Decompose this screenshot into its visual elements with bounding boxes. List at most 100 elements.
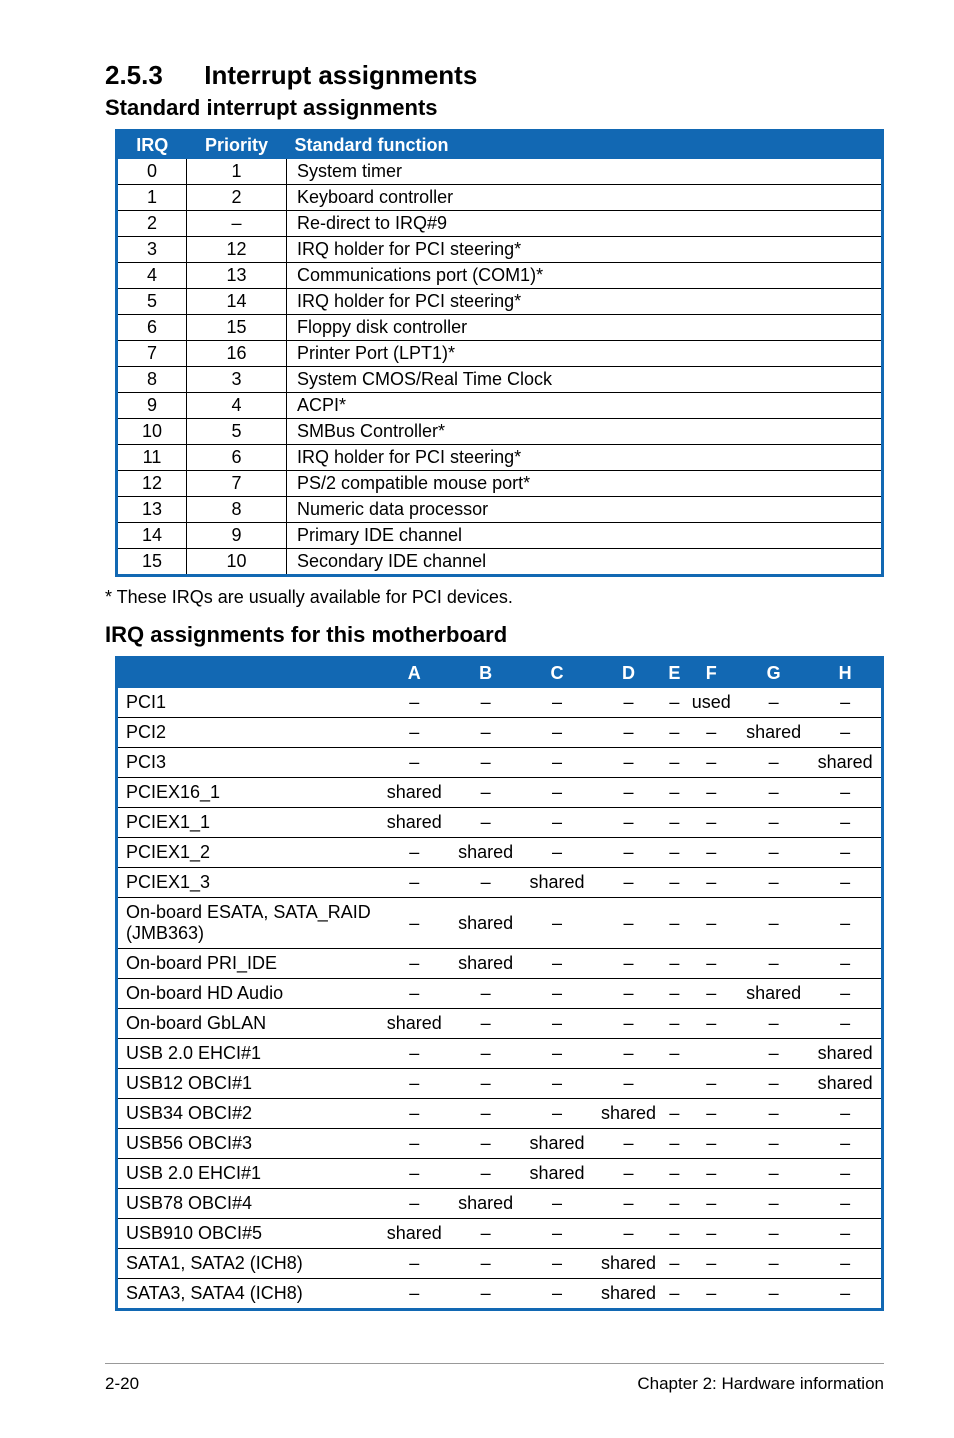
mb-cell: shared xyxy=(379,778,450,808)
table-row: USB34 OBCI#2–––shared–––– xyxy=(117,1099,883,1129)
mb-cell: shared xyxy=(450,949,521,979)
table-row: 149Primary IDE channel xyxy=(117,523,883,549)
table-row: 116IRQ holder for PCI steering* xyxy=(117,445,883,471)
mb-cell: shared xyxy=(593,1279,664,1310)
table-row: 01System timer xyxy=(117,159,883,185)
mb-cell: – xyxy=(664,868,684,898)
irq-cell: 10 xyxy=(117,419,187,445)
mb-cell: – xyxy=(685,1249,738,1279)
mb-cell: – xyxy=(664,1249,684,1279)
mb-cell: – xyxy=(379,688,450,718)
mb-row-label: On-board HD Audio xyxy=(117,979,379,1009)
function-cell: ACPI* xyxy=(287,393,883,419)
mb-header-g: G xyxy=(738,658,809,689)
mb-cell: – xyxy=(809,718,882,748)
table-row: On-board GbLANshared––––––– xyxy=(117,1009,883,1039)
mb-cell: – xyxy=(664,1039,684,1069)
table-row: 615Floppy disk controller xyxy=(117,315,883,341)
mb-cell: shared xyxy=(379,1009,450,1039)
mb-cell: – xyxy=(738,778,809,808)
mb-cell: – xyxy=(379,1189,450,1219)
priority-cell: 9 xyxy=(187,523,287,549)
mb-cell: – xyxy=(685,1009,738,1039)
mb-cell: – xyxy=(664,1279,684,1310)
table-row: 1510Secondary IDE channel xyxy=(117,549,883,576)
table-row: 12Keyboard controller xyxy=(117,185,883,211)
mb-cell: – xyxy=(521,1039,592,1069)
mb-row-label: PCIEX1_2 xyxy=(117,838,379,868)
priority-cell: 14 xyxy=(187,289,287,315)
mb-cell: – xyxy=(450,718,521,748)
mb-cell: – xyxy=(593,778,664,808)
mb-cell: – xyxy=(685,979,738,1009)
mb-cell: – xyxy=(809,778,882,808)
table-row: 514IRQ holder for PCI steering* xyxy=(117,289,883,315)
table-row: SATA3, SATA4 (ICH8)–––shared–––– xyxy=(117,1279,883,1310)
table-row: PCI2––––––shared– xyxy=(117,718,883,748)
mb-header-e: E xyxy=(664,658,684,689)
mb-cell: – xyxy=(521,778,592,808)
function-cell: IRQ holder for PCI steering* xyxy=(287,445,883,471)
mb-cell: shared xyxy=(738,979,809,1009)
page-footer: 2-20 Chapter 2: Hardware information xyxy=(105,1363,884,1394)
mb-cell: – xyxy=(809,838,882,868)
mb-cell: – xyxy=(521,898,592,949)
chapter-label: Chapter 2: Hardware information xyxy=(637,1374,884,1394)
mb-cell: – xyxy=(738,949,809,979)
priority-cell: 2 xyxy=(187,185,287,211)
mb-cell: – xyxy=(685,718,738,748)
table-row: USB78 OBCI#4–shared–––––– xyxy=(117,1189,883,1219)
mb-cell: – xyxy=(685,748,738,778)
priority-cell: 6 xyxy=(187,445,287,471)
table-row: 94ACPI* xyxy=(117,393,883,419)
irq-cell: 1 xyxy=(117,185,187,211)
mb-row-label: USB 2.0 EHCI#1 xyxy=(117,1159,379,1189)
mb-cell: – xyxy=(809,1159,882,1189)
mb-cell: – xyxy=(738,1159,809,1189)
mb-cell: – xyxy=(738,1069,809,1099)
mb-cell: – xyxy=(738,1009,809,1039)
page-number: 2-20 xyxy=(105,1374,139,1394)
mb-cell: – xyxy=(521,1099,592,1129)
mb-row-label: On-board PRI_IDE xyxy=(117,949,379,979)
mb-cell: – xyxy=(685,1159,738,1189)
mb-header-b: B xyxy=(450,658,521,689)
irq-cell: 13 xyxy=(117,497,187,523)
priority-cell: – xyxy=(187,211,287,237)
mb-cell: – xyxy=(521,1219,592,1249)
mb-cell: – xyxy=(593,688,664,718)
function-cell: Re-direct to IRQ#9 xyxy=(287,211,883,237)
mb-row-label: On-board GbLAN xyxy=(117,1009,379,1039)
table-row: PCI1–––––used–– xyxy=(117,688,883,718)
mb-cell: shared xyxy=(450,1189,521,1219)
table-row: On-board PRI_IDE–shared–––––– xyxy=(117,949,883,979)
mb-cell: – xyxy=(379,748,450,778)
mb-cell: – xyxy=(664,718,684,748)
mb-cell: – xyxy=(450,1159,521,1189)
mb-cell: – xyxy=(664,1129,684,1159)
mb-cell: shared xyxy=(521,868,592,898)
function-cell: Printer Port (LPT1)* xyxy=(287,341,883,367)
mb-header-blank xyxy=(117,658,379,689)
mb-cell: shared xyxy=(450,898,521,949)
mb-cell: used xyxy=(685,688,738,718)
table-row: 413Communications port (COM1)* xyxy=(117,263,883,289)
section-title: Interrupt assignments xyxy=(204,60,477,90)
standard-interrupt-subheading: Standard interrupt assignments xyxy=(105,95,884,121)
mb-row-label: USB910 OBCI#5 xyxy=(117,1219,379,1249)
function-cell: System CMOS/Real Time Clock xyxy=(287,367,883,393)
priority-cell: 8 xyxy=(187,497,287,523)
mb-cell: – xyxy=(593,838,664,868)
mb-row-label: PCI3 xyxy=(117,748,379,778)
mb-cell: – xyxy=(450,688,521,718)
mb-cell: – xyxy=(738,1039,809,1069)
mb-cell: shared xyxy=(379,1219,450,1249)
function-cell: Floppy disk controller xyxy=(287,315,883,341)
mb-cell: – xyxy=(738,1279,809,1310)
mb-row-label: USB34 OBCI#2 xyxy=(117,1099,379,1129)
mb-cell: shared xyxy=(521,1129,592,1159)
mb-cell xyxy=(664,1069,684,1099)
mb-cell: – xyxy=(450,979,521,1009)
irq-cell: 2 xyxy=(117,211,187,237)
mb-cell: – xyxy=(738,1129,809,1159)
